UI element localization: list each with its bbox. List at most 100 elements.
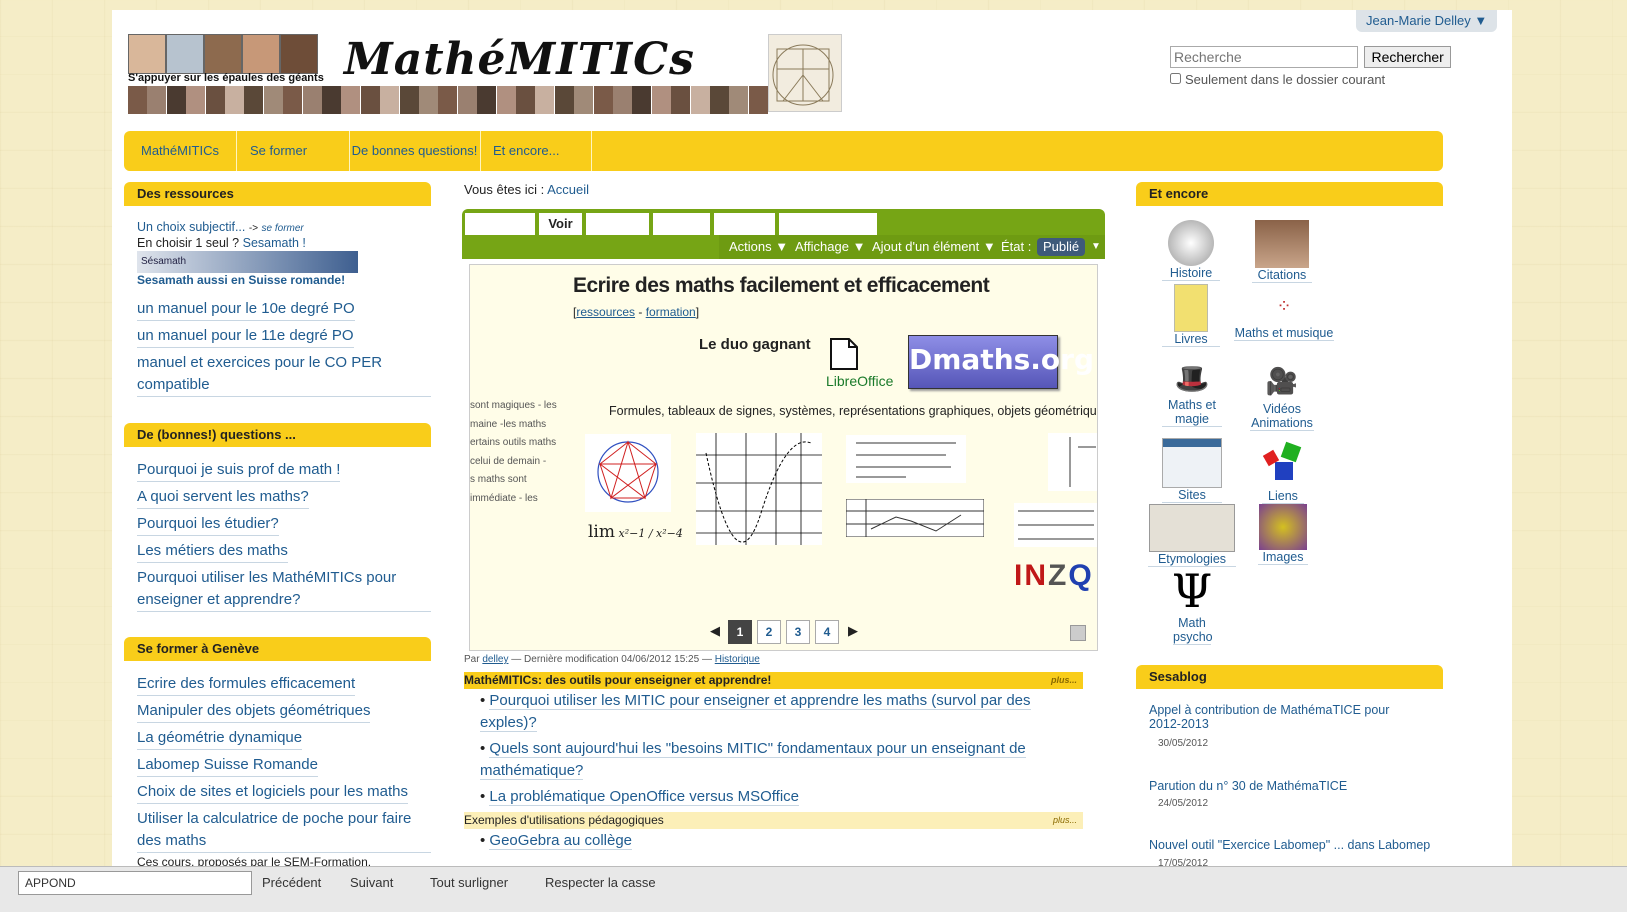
blog-post-date: 24/05/2012 (1158, 798, 1209, 809)
item-link[interactable]: GeoGebra au collège (489, 832, 633, 850)
magie-link[interactable]: 🎩 Maths et magie (1162, 360, 1222, 427)
blog-post-link[interactable]: Nouvel outil "Exercice Labomep" ... dans… (1149, 838, 1439, 852)
citations-link[interactable]: Citations (1252, 220, 1312, 283)
search-input[interactable] (1170, 46, 1358, 68)
page-4[interactable]: 4 (815, 620, 839, 644)
history-link[interactable]: Historique (715, 654, 760, 665)
section-title: MathéMITICs: des outils pour enseigner e… (464, 673, 772, 687)
libreoffice-logo[interactable]: LibreOffice (826, 335, 904, 393)
scroll-line: s maths sont (470, 474, 527, 485)
nav-se-former[interactable]: Se former (237, 131, 350, 171)
more-link[interactable]: plus... (1053, 812, 1077, 829)
sesamath-banner[interactable]: Sésamath (137, 251, 358, 273)
site-logo[interactable]: MathéMITICs S'appuyer sur les épaules de… (128, 34, 844, 114)
edit-tab[interactable] (779, 213, 877, 235)
match-case[interactable]: Respecter la casse (545, 875, 656, 890)
tab-voir[interactable]: Voir (539, 213, 582, 235)
citations-icon (1255, 220, 1309, 268)
pause-icon[interactable] (1070, 625, 1086, 641)
item-link[interactable]: Quels sont aujourd'hui les "besoins MITI… (480, 740, 1026, 780)
manuel-10e-link[interactable]: un manuel pour le 10e degré PO (137, 298, 355, 321)
breadcrumb-home[interactable]: Accueil (547, 182, 589, 197)
livres-link[interactable]: Livres (1162, 284, 1220, 347)
formation-link[interactable]: Labomep Suisse Romande (137, 754, 318, 777)
question-link[interactable]: Pourquoi utiliser les MathéMITICs pour e… (137, 567, 431, 612)
current-folder-checkbox[interactable] (1170, 73, 1181, 84)
se-former-link[interactable]: se former (262, 223, 304, 234)
portlet-ressources: Des ressources Un choix subjectif... -> … (124, 182, 431, 401)
search-button[interactable]: Rechercher (1364, 46, 1451, 68)
portrait-thumb (457, 86, 477, 114)
musique-link[interactable]: ⁘ Maths et musique (1234, 286, 1334, 341)
ajout-menu[interactable]: Ajout d'un élément ▼ (872, 235, 996, 259)
portrait-thumb (205, 86, 225, 114)
psi-icon: Ψ (1171, 564, 1213, 618)
sites-link[interactable]: Sites (1162, 438, 1222, 503)
nav-bonnes-questions[interactable]: De bonnes questions! (349, 131, 481, 171)
prev-arrow[interactable]: ◀ (710, 623, 720, 639)
edit-tab[interactable] (714, 213, 775, 235)
formation-link[interactable]: Choix de sites et logiciels pour les mat… (137, 781, 408, 804)
page-2[interactable]: 2 (757, 620, 781, 644)
question-link[interactable]: A quoi servent les maths? (137, 486, 309, 509)
page-3[interactable]: 3 (786, 620, 810, 644)
list-item: • La problématique OpenOffice versus MSO… (480, 788, 800, 806)
blog-post-link[interactable]: Parution du n° 30 de MathémaTICE (1149, 779, 1409, 793)
item-link[interactable]: Pourquoi utiliser les MITIC pour enseign… (480, 692, 1031, 732)
item-link[interactable]: La problématique OpenOffice versus MSOff… (489, 788, 800, 806)
portlet-geneve: Se former à Genève Ecrire des formules e… (124, 637, 431, 869)
edit-tab[interactable] (586, 213, 649, 235)
affichage-menu[interactable]: Affichage ▼ (795, 235, 865, 259)
list-item: • GeoGebra au collège (480, 832, 633, 850)
question-link[interactable]: Pourquoi les étudier? (137, 513, 279, 536)
nav-mathemitics[interactable]: MathéMITICs (124, 131, 237, 171)
edit-tab[interactable] (465, 213, 535, 235)
histoire-link[interactable]: Histoire (1162, 220, 1220, 281)
icon-label: Maths et musique (1234, 326, 1334, 341)
portlet-et-encore: Et encore (1136, 182, 1443, 206)
dmaths-logo[interactable]: Dmaths.org (908, 335, 1094, 389)
psycho-link[interactable]: Ψ Math psycho (1162, 566, 1222, 645)
sesamath-link[interactable]: Sesamath ! (243, 236, 306, 250)
formation-link[interactable]: Ecrire des formules efficacement (137, 673, 356, 696)
videos-link[interactable]: 🎥 Vidéos Animations (1250, 360, 1314, 431)
find-input[interactable]: APPOND (18, 871, 252, 895)
page-1[interactable]: 1 (728, 620, 752, 644)
camera-icon: 🎥 (1265, 366, 1299, 396)
question-link[interactable]: Pourquoi je suis prof de math ! (137, 459, 341, 482)
next-arrow[interactable]: ▶ (848, 623, 858, 639)
list-item: • Quels sont aujourd'hui les "besoins MI… (480, 740, 1026, 780)
etymologies-link[interactable]: Etymologies (1148, 504, 1236, 567)
more-link[interactable]: plus... (1051, 672, 1077, 689)
manuel-co-per-link[interactable]: manuel et exercices pour le CO PER compa… (137, 352, 431, 397)
formation-link[interactable]: La géométrie dynamique (137, 727, 303, 750)
edit-tab[interactable] (653, 213, 710, 235)
highlight-all[interactable]: Tout surligner (430, 875, 508, 890)
etat-arrow[interactable]: ▼ (1091, 235, 1101, 259)
formation-link[interactable]: Manipuler des objets géométriques (137, 700, 371, 723)
portrait-photo (128, 34, 166, 74)
question-link[interactable]: Les métiers des maths (137, 540, 288, 563)
find-previous[interactable]: Précédent (262, 875, 321, 890)
ressources-link[interactable]: ressources (576, 305, 635, 319)
blog-post-link[interactable]: Appel à contribution de MathémaTICE pour… (1149, 703, 1409, 731)
user-menu-button[interactable]: Jean-Marie Delley ▼ (1356, 10, 1498, 32)
author-link[interactable]: delley (482, 654, 508, 665)
sqrt-thumbnail (1048, 433, 1097, 491)
sesamath-suisse-link[interactable]: Sesamath aussi en Suisse romande! (137, 273, 431, 287)
portrait-thumb (438, 86, 458, 114)
questions-links: Pourquoi je suis prof de math ! A quoi s… (124, 459, 431, 612)
nav-et-encore[interactable]: Et encore... (481, 131, 592, 171)
find-next[interactable]: Suivant (350, 875, 393, 890)
formation-link[interactable]: Utiliser la calculatrice de poche pour f… (137, 808, 431, 853)
actions-menu[interactable]: Actions ▼ (729, 235, 788, 259)
etat-badge[interactable]: Publié (1037, 238, 1086, 256)
choix-link[interactable]: Un choix subjectif... (137, 220, 245, 234)
portlet-title: De (bonnes!) questions ... (124, 423, 431, 447)
liens-link[interactable]: Liens (1262, 440, 1304, 504)
images-link[interactable]: Images (1258, 504, 1308, 565)
portrait-photo (242, 34, 280, 74)
manuel-11e-link[interactable]: un manuel pour le 11e degré PO (137, 325, 354, 348)
formation-link[interactable]: formation (646, 305, 696, 319)
portrait-thumb (554, 86, 574, 114)
